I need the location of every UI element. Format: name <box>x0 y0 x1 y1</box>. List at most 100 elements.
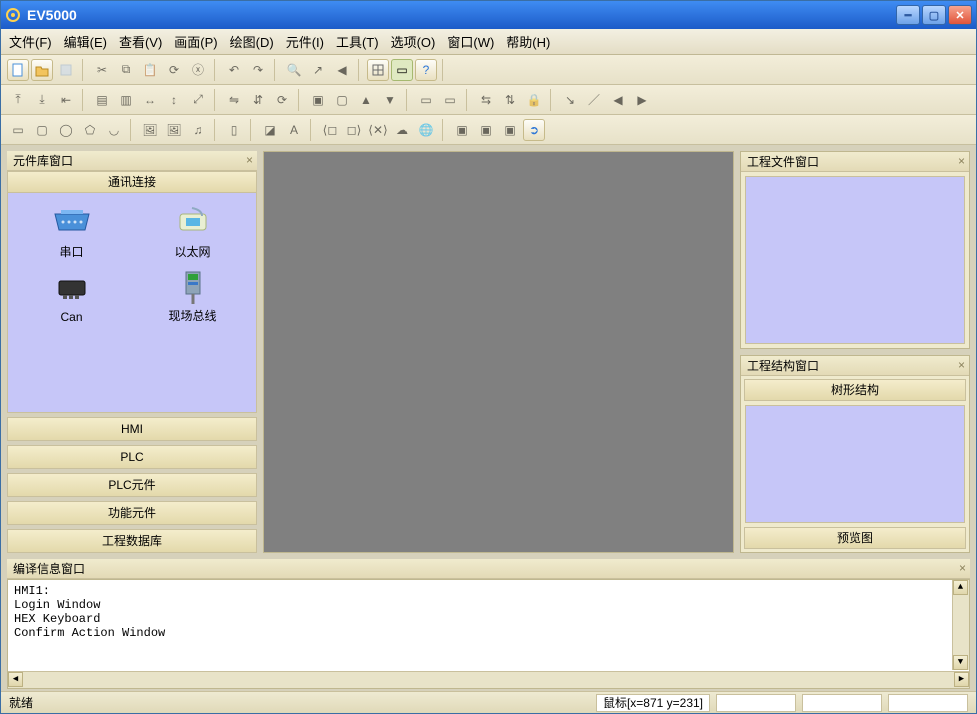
close-project-structure-icon[interactable]: × <box>958 358 965 372</box>
group-icon[interactable]: ▣ <box>307 89 329 111</box>
distribute-h-icon[interactable]: ▤ <box>91 89 113 111</box>
menu-help[interactable]: 帮助(H) <box>506 32 550 51</box>
shape-arc-icon[interactable]: ◡ <box>103 119 125 141</box>
shape-polygon-icon[interactable]: ⬠ <box>79 119 101 141</box>
lib-item-serial[interactable]: 串口 <box>14 203 129 260</box>
close-page-icon[interactable]: ⟨✕⟩ <box>367 119 389 141</box>
ungroup-icon[interactable]: ▢ <box>331 89 353 111</box>
shape-roundr-icon[interactable]: ▢ <box>31 119 53 141</box>
save-icon[interactable] <box>55 59 77 81</box>
tab-plc-elem[interactable]: PLC元件 <box>7 473 257 497</box>
grid-icon[interactable] <box>367 59 389 81</box>
menu-options[interactable]: 选项(O) <box>391 32 436 51</box>
same-width-icon[interactable]: ↔ <box>139 89 161 111</box>
open-icon[interactable] <box>31 59 53 81</box>
win2-icon[interactable]: ▣ <box>475 119 497 141</box>
lib-item-can[interactable]: Can <box>14 270 129 324</box>
picture-icon[interactable]: 🖼 <box>163 119 185 141</box>
help-icon[interactable]: ? <box>415 59 437 81</box>
menu-screen[interactable]: 画面(P) <box>174 32 217 51</box>
scroll-up-icon[interactable]: ▲ <box>953 580 968 595</box>
back-layer-icon[interactable]: ▼ <box>379 89 401 111</box>
tab-func-elem[interactable]: 功能元件 <box>7 501 257 525</box>
menu-draw[interactable]: 绘图(D) <box>230 32 274 51</box>
tab-preview[interactable]: 预览图 <box>744 527 966 549</box>
select-icon[interactable]: ▭ <box>391 59 413 81</box>
shape-rect-icon[interactable]: ▭ <box>7 119 29 141</box>
front-icon[interactable]: ▲ <box>355 89 377 111</box>
menu-file[interactable]: 文件(F) <box>9 32 52 51</box>
tag-icon[interactable]: ◪ <box>259 119 281 141</box>
arrow-icon[interactable]: ↘ <box>559 89 581 111</box>
scroll-down-icon[interactable]: ▼ <box>953 655 968 670</box>
align-left-icon[interactable]: ⤒ <box>7 89 29 111</box>
distribute-v-icon[interactable]: ▥ <box>115 89 137 111</box>
rotate-icon[interactable]: ⟳ <box>271 89 293 111</box>
menu-tools[interactable]: 工具(T) <box>336 32 379 51</box>
project-files-body[interactable] <box>745 176 965 344</box>
same-height-icon[interactable]: ↕ <box>163 89 185 111</box>
align-top-icon[interactable]: ⇤ <box>55 89 77 111</box>
play-right-icon[interactable]: ▶ <box>631 89 653 111</box>
find-icon[interactable]: 🔍 <box>283 59 305 81</box>
lib-item-ethernet[interactable]: 以太网 <box>135 203 250 260</box>
maximize-button[interactable]: ▢ <box>922 5 946 25</box>
prev-page-icon[interactable]: ⟨◻ <box>319 119 341 141</box>
project-structure-body[interactable] <box>745 405 965 523</box>
vertical-scrollbar[interactable]: ▲ ▼ <box>952 580 969 670</box>
tab-tree-structure[interactable]: 树形结构 <box>744 379 966 401</box>
menu-view[interactable]: 查看(V) <box>119 32 162 51</box>
delete-icon[interactable]: ⓧ <box>187 59 209 81</box>
sound-icon[interactable]: ♫ <box>187 119 209 141</box>
horizontal-scrollbar[interactable]: ◀ ▶ <box>8 671 969 688</box>
next-page-icon[interactable]: ◻⟩ <box>343 119 365 141</box>
close-project-files-icon[interactable]: × <box>958 154 965 168</box>
exit-icon[interactable]: ➲ <box>523 119 545 141</box>
layer2-icon[interactable]: ▭ <box>439 89 461 111</box>
compile-output[interactable]: HMI1: Login Window HEX Keyboard Confirm … <box>7 579 970 689</box>
layer1-icon[interactable]: ▭ <box>415 89 437 111</box>
spacev-icon[interactable]: ⇅ <box>499 89 521 111</box>
vflip-icon[interactable]: ⇵ <box>247 89 269 111</box>
paste-icon[interactable]: 📋 <box>139 59 161 81</box>
shape-ellipse-icon[interactable]: ◯ <box>55 119 77 141</box>
lock-icon[interactable]: 🔒 <box>523 89 545 111</box>
win1-icon[interactable]: ▣ <box>451 119 473 141</box>
same-size-icon[interactable]: ⤢ <box>187 89 209 111</box>
close-left-panel-icon[interactable]: × <box>246 153 253 167</box>
lib-item-fieldbus[interactable]: 现场总线 <box>135 270 250 324</box>
tab-proj-db[interactable]: 工程数据库 <box>7 529 257 553</box>
hflip-icon[interactable]: ⇋ <box>223 89 245 111</box>
title-bar[interactable]: EV5000 ━ ▢ ✕ <box>1 1 976 29</box>
close-compile-info-icon[interactable]: × <box>959 561 966 575</box>
image-icon[interactable]: 🖼 <box>139 119 161 141</box>
text-icon[interactable]: A <box>283 119 305 141</box>
cloud-icon[interactable]: ☁ <box>391 119 413 141</box>
menu-element[interactable]: 元件(I) <box>286 32 324 51</box>
tab-plc[interactable]: PLC <box>7 445 257 469</box>
tab-hmi[interactable]: HMI <box>7 417 257 441</box>
goto-icon[interactable]: ↗ <box>307 59 329 81</box>
page-icon[interactable]: ▯ <box>223 119 245 141</box>
globe-icon[interactable]: 🌐 <box>415 119 437 141</box>
spaceh-icon[interactable]: ⇆ <box>475 89 497 111</box>
minimize-button[interactable]: ━ <box>896 5 920 25</box>
menu-edit[interactable]: 编辑(E) <box>64 32 107 51</box>
undo-icon[interactable]: ↶ <box>223 59 245 81</box>
redo-icon[interactable]: ↷ <box>247 59 269 81</box>
win3-icon[interactable]: ▣ <box>499 119 521 141</box>
line-icon[interactable]: ／ <box>583 89 605 111</box>
scroll-right-icon[interactable]: ▶ <box>954 672 969 687</box>
canvas-area[interactable] <box>263 151 734 553</box>
scroll-left-icon[interactable]: ◀ <box>8 672 23 687</box>
menu-window[interactable]: 窗口(W) <box>447 32 494 51</box>
new-icon[interactable] <box>7 59 29 81</box>
align-right-icon[interactable]: ⤓ <box>31 89 53 111</box>
back-icon[interactable]: ◀ <box>331 59 353 81</box>
refresh-icon[interactable]: ⟳ <box>163 59 185 81</box>
cut-icon[interactable]: ✂ <box>91 59 113 81</box>
tab-communication[interactable]: 通讯连接 <box>7 171 257 193</box>
play-left-icon[interactable]: ◀ <box>607 89 629 111</box>
close-button[interactable]: ✕ <box>948 5 972 25</box>
copy-icon[interactable]: ⧉ <box>115 59 137 81</box>
